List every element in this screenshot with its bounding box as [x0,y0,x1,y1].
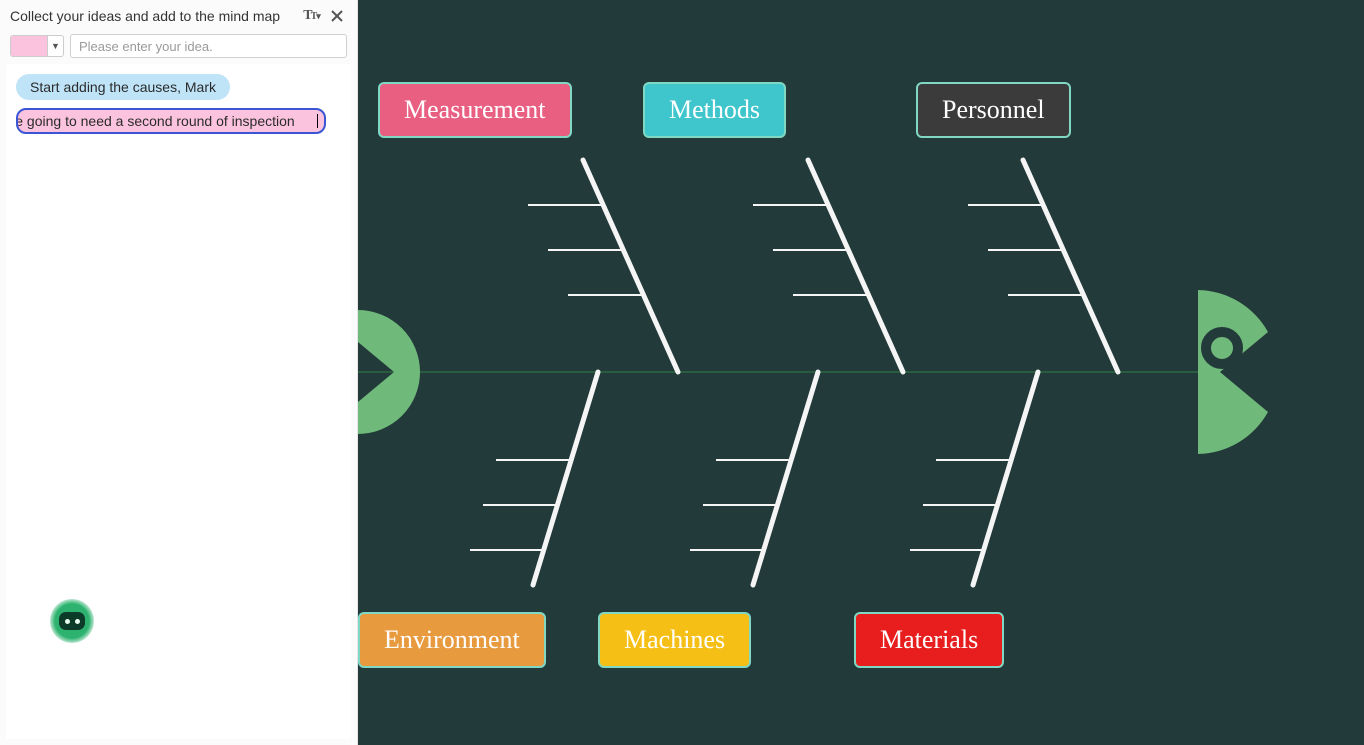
sidebar-title: Collect your ideas and add to the mind m… [10,8,295,24]
ideas-sidebar: Collect your ideas and add to the mind m… [0,0,358,745]
sidebar-header: Collect your ideas and add to the mind m… [0,0,357,30]
idea-input-row: ▼ [0,30,357,64]
text-cursor [317,114,318,128]
idea-input[interactable] [70,34,347,58]
idea-chip-editing[interactable]: These are going to need a second round o… [16,108,326,134]
category-methods[interactable]: Methods [643,82,786,138]
color-picker[interactable]: ▼ [10,35,64,57]
category-personnel[interactable]: Personnel [916,82,1071,138]
chevron-down-icon[interactable]: ▼ [47,36,63,56]
idea-chip[interactable]: Start adding the causes, Mark [16,74,230,100]
text-format-icon[interactable]: TT▾ [301,6,321,26]
assistant-bot-icon[interactable] [50,599,94,643]
category-environment[interactable]: Environment [358,612,546,668]
idea-list: Start adding the causes, Mark These are … [6,64,351,739]
category-materials[interactable]: Materials [854,612,1004,668]
close-icon[interactable] [327,6,347,26]
diagram-canvas[interactable]: Measurement Methods Personnel Environmen… [358,0,1364,745]
color-swatch [11,36,47,56]
category-measurement[interactable]: Measurement [378,82,572,138]
category-machines[interactable]: Machines [598,612,751,668]
